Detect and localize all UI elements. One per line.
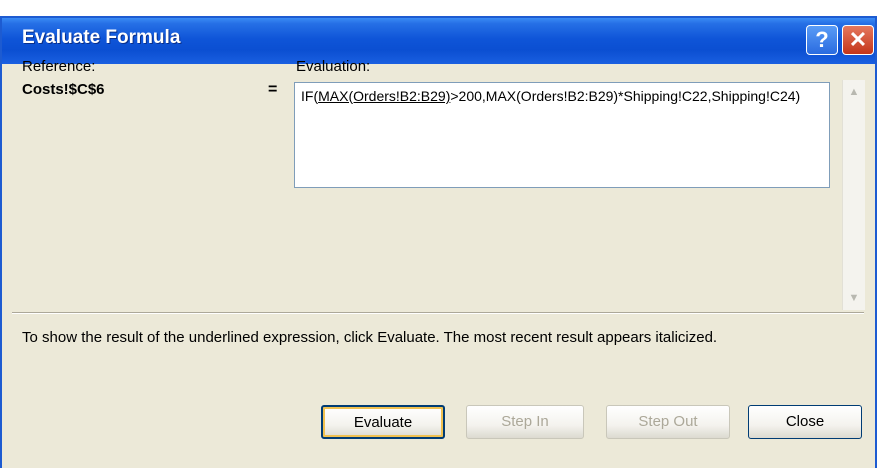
info-text: To show the result of the underlined exp… <box>22 329 718 346</box>
step-out-button[interactable]: Step Out <box>606 405 730 439</box>
formula-suffix: >200,MAX(Orders!B2:B29)*Shipping!C22,Shi… <box>450 88 801 104</box>
step-in-button[interactable]: Step In <box>466 405 584 439</box>
evaluation-scrollbar[interactable]: ▲ ▼ <box>842 80 865 310</box>
close-button[interactable]: Close <box>748 405 862 439</box>
title-bar[interactable]: Evaluate Formula ? ✕ <box>2 18 875 64</box>
evaluation-label: Evaluation: <box>296 58 371 75</box>
evaluate-button[interactable]: Evaluate <box>321 405 445 439</box>
scroll-up-icon[interactable]: ▲ <box>843 86 865 98</box>
formula-prefix: IF( <box>301 88 319 104</box>
help-icon: ? <box>815 27 829 52</box>
window-title: Evaluate Formula <box>22 27 181 48</box>
equals-sign: = <box>268 81 278 98</box>
help-button[interactable]: ? <box>806 25 838 55</box>
close-icon: ✕ <box>848 27 868 52</box>
reference-label: Reference: <box>22 58 96 75</box>
reference-value: Costs!$C$6 <box>22 81 105 98</box>
close-window-button[interactable]: ✕ <box>842 25 874 55</box>
evaluation-box[interactable]: IF(MAX(Orders!B2:B29)>200,MAX(Orders!B2:… <box>294 82 830 188</box>
separator <box>12 312 864 314</box>
underlined-expression: MAX(Orders!B2:B29) <box>318 88 451 104</box>
scroll-down-icon[interactable]: ▼ <box>843 292 865 304</box>
